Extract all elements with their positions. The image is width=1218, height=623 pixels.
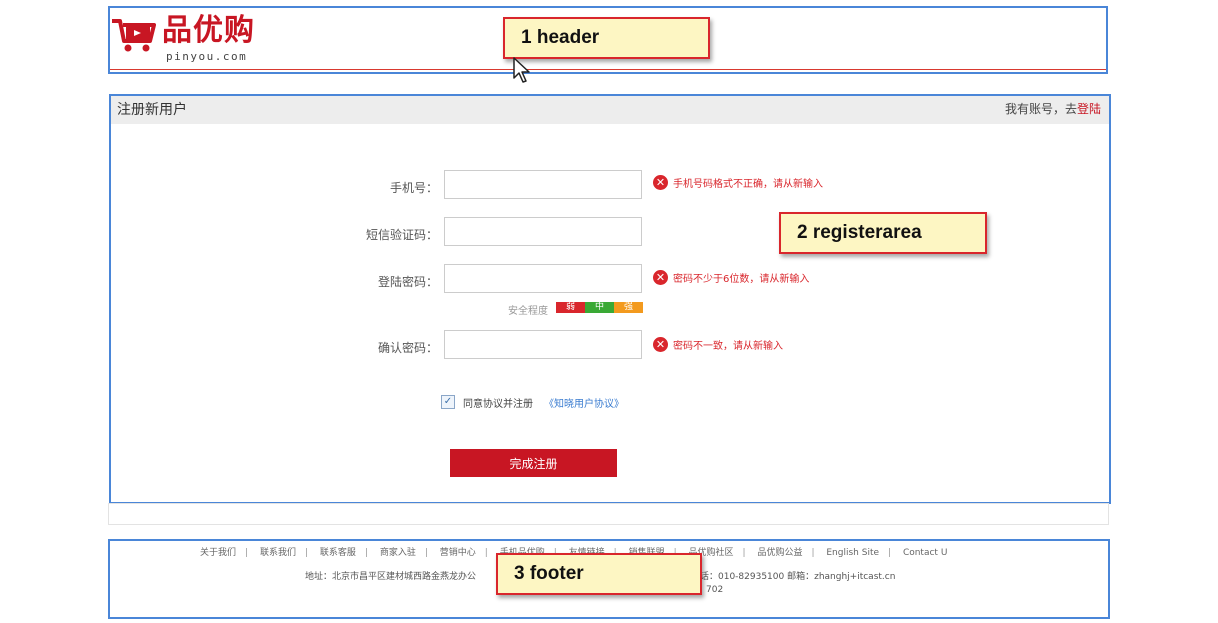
- footer-link[interactable]: 联系我们: [260, 548, 296, 558]
- confirm-password-input[interactable]: [444, 330, 642, 359]
- footer-icp: 702: [706, 585, 724, 595]
- footer-link[interactable]: 关于我们: [200, 548, 236, 558]
- error-x-icon: ✕: [653, 175, 668, 190]
- login-link[interactable]: 登陆: [1077, 102, 1101, 116]
- sms-code-input[interactable]: [444, 217, 642, 246]
- register-title-bar: [111, 96, 1109, 124]
- sms-code-label: 短信验证码：: [365, 228, 438, 242]
- password-label: 登陆密码：: [377, 275, 438, 289]
- password-error-text: 密码不少于6位数，请从新输入: [673, 274, 810, 285]
- error-x-icon: ✕: [653, 337, 668, 352]
- footer-link[interactable]: Contact U: [903, 548, 947, 558]
- footer-contact: 话：010-82935100 邮箱：zhanghj+itcast.cn: [700, 572, 896, 582]
- footer-link[interactable]: 营销中心: [440, 548, 476, 558]
- password-input[interactable]: [444, 264, 642, 293]
- login-prompt-text: 我有账号，去: [1004, 102, 1077, 116]
- logo-subtitle: pinyou.com: [166, 50, 248, 63]
- footer-link[interactable]: 品优购公益: [757, 548, 802, 558]
- phone-error: ✕ 手机号码格式不正确，请从新输入: [653, 175, 823, 190]
- phone-input[interactable]: [444, 170, 642, 199]
- strength-strong: 强: [614, 302, 643, 313]
- logo-text[interactable]: 品优购: [162, 14, 255, 48]
- register-section: [109, 94, 1111, 504]
- mouse-cursor-icon: [513, 57, 530, 83]
- register-callout: 2 registerarea: [779, 212, 987, 254]
- footer-link[interactable]: 商家入驻: [380, 548, 416, 558]
- confirm-password-error: ✕ 密码不一致，请从新输入: [653, 337, 783, 352]
- password-error: ✕ 密码不少于6位数，请从新输入: [653, 270, 809, 285]
- user-agreement-link[interactable]: 《知晓用户协议》: [544, 395, 624, 410]
- footer-callout: 3 footer: [496, 553, 702, 595]
- shopping-cart-logo-icon[interactable]: [110, 15, 158, 55]
- phone-label: 手机号：: [389, 181, 438, 195]
- phone-error-text: 手机号码格式不正确，请从新输入: [673, 179, 823, 190]
- header-divider: [110, 69, 1106, 70]
- strength-medium: 中: [585, 302, 614, 313]
- register-title: 注册新用户: [117, 102, 187, 118]
- strength-weak: 弱: [556, 302, 585, 313]
- strength-label: 安全程度: [508, 306, 548, 317]
- error-x-icon: ✕: [653, 270, 668, 285]
- footer-link[interactable]: 联系客服: [320, 548, 356, 558]
- agree-checkbox[interactable]: ✓: [441, 395, 455, 409]
- footer-address: 地址：北京市昌平区建材城西路金燕龙办公: [305, 572, 477, 582]
- spacer-strip: [108, 503, 1109, 525]
- footer-link[interactable]: English Site: [826, 548, 879, 558]
- confirm-password-label: 确认密码：: [377, 341, 438, 355]
- login-prompt: 我有账号，去登陆: [1005, 100, 1101, 117]
- confirm-password-error-text: 密码不一致，请从新输入: [673, 341, 783, 352]
- header-callout: 1 header: [503, 17, 710, 59]
- submit-register-button[interactable]: 完成注册: [450, 449, 617, 477]
- agree-text: 同意协议并注册: [463, 399, 533, 410]
